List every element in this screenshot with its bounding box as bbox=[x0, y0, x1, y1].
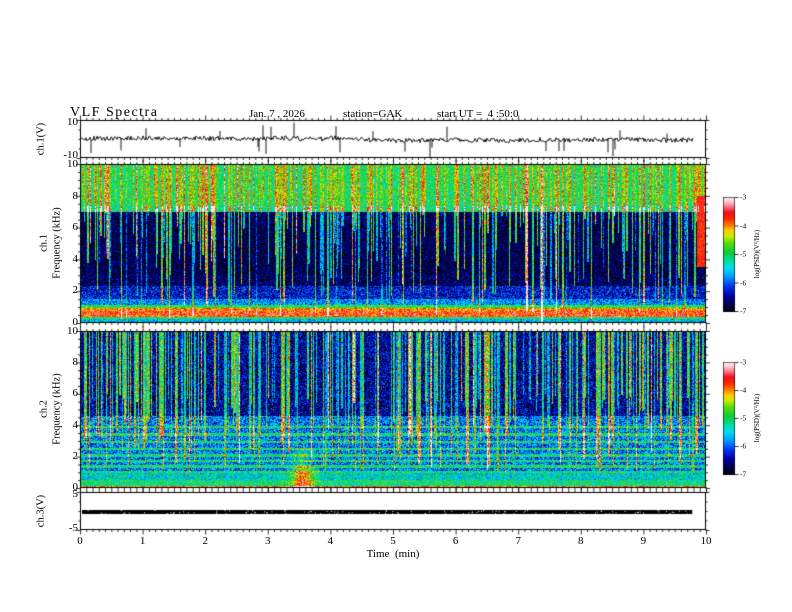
date-label: Jan. 7 , 2026 bbox=[249, 108, 305, 120]
x-tick-label: 1 bbox=[139, 535, 146, 547]
x-tick-label: 8 bbox=[578, 535, 584, 547]
colorbar2-tick-label: -7 bbox=[740, 469, 747, 479]
colorbar1-tick-label: -7 bbox=[740, 306, 747, 316]
ch1-wave-ytick-label: 10 bbox=[67, 116, 78, 128]
ch1-spec-ytick-label: 2 bbox=[72, 284, 79, 297]
ch2-spec-ytick-label: 6 bbox=[72, 387, 79, 400]
ch1-spec-ytick-label: 10 bbox=[67, 158, 78, 170]
x-tick-label: 2 bbox=[202, 535, 208, 547]
colorbar1-tick-label: -5 bbox=[740, 249, 747, 259]
ch3-wave-ytick-label: -5 bbox=[68, 522, 78, 534]
time-axis-label: Time (min) bbox=[366, 548, 420, 560]
colorbar2-tick-label: -4 bbox=[740, 385, 747, 395]
ch2-spec-ytick-label: 2 bbox=[72, 449, 79, 462]
ch1-spec-ytick-label: 4 bbox=[72, 252, 79, 265]
ch2-spec-ytick-label: 10 bbox=[67, 325, 78, 337]
colorbar2-tick-label: -6 bbox=[740, 441, 747, 451]
ch2-spec-frequency-axis-label: Frequency (kHz) bbox=[51, 373, 63, 445]
x-tick-label: 0 bbox=[77, 535, 83, 547]
x-tick-label: 3 bbox=[265, 535, 271, 547]
colorbar1-tick-label: -4 bbox=[740, 221, 747, 230]
x-tick-label: 4 bbox=[327, 535, 334, 547]
figure-title: VLF Spectra bbox=[70, 105, 159, 120]
vlf-spectra-figure: VLF Spectra Jan. 7 , 2026 station=GAK st… bbox=[0, 0, 792, 612]
ch1-spec-ytick-label: 8 bbox=[72, 189, 79, 202]
figure-canvas bbox=[0, 0, 792, 612]
ch2-spec-channel-label: ch.2 bbox=[38, 400, 50, 418]
x-tick-label: 6 bbox=[452, 535, 459, 547]
x-tick-label: 9 bbox=[640, 535, 647, 547]
colorbar1-tick-label: -3 bbox=[740, 192, 747, 202]
x-tick-label: 5 bbox=[390, 535, 396, 547]
x-tick-label: 10 bbox=[700, 535, 712, 547]
ch2-spec-ytick-label: 8 bbox=[72, 356, 79, 369]
colorbar2-psd-label: log(PSD)(V²/Hz) bbox=[753, 393, 761, 443]
colorbar2-tick-label: -3 bbox=[740, 357, 747, 367]
ch1-spec-ytick-label: 6 bbox=[72, 221, 79, 234]
ch3-wave-ytick-label: 5 bbox=[72, 488, 79, 500]
ch1-voltage-axis-label: ch.1(V) bbox=[35, 122, 47, 156]
ch2-spec-ytick-label: 4 bbox=[72, 418, 79, 431]
colorbar1-tick-label: -6 bbox=[740, 278, 747, 287]
colorbar1-psd-label: log(PSD)(V²/Hz) bbox=[753, 229, 761, 279]
colorbar2-tick-label: -5 bbox=[740, 413, 747, 423]
station-label: station=GAK bbox=[343, 108, 403, 120]
ch1-spec-frequency-axis-label: Frequency (kHz) bbox=[51, 207, 63, 279]
ch3-voltage-axis-label: ch.3(V) bbox=[35, 494, 47, 528]
x-tick-label: 7 bbox=[515, 535, 521, 547]
ch1-spec-channel-label: ch.1 bbox=[38, 234, 50, 252]
start-ut-label: start UT = 4 :50:0 bbox=[437, 108, 519, 120]
